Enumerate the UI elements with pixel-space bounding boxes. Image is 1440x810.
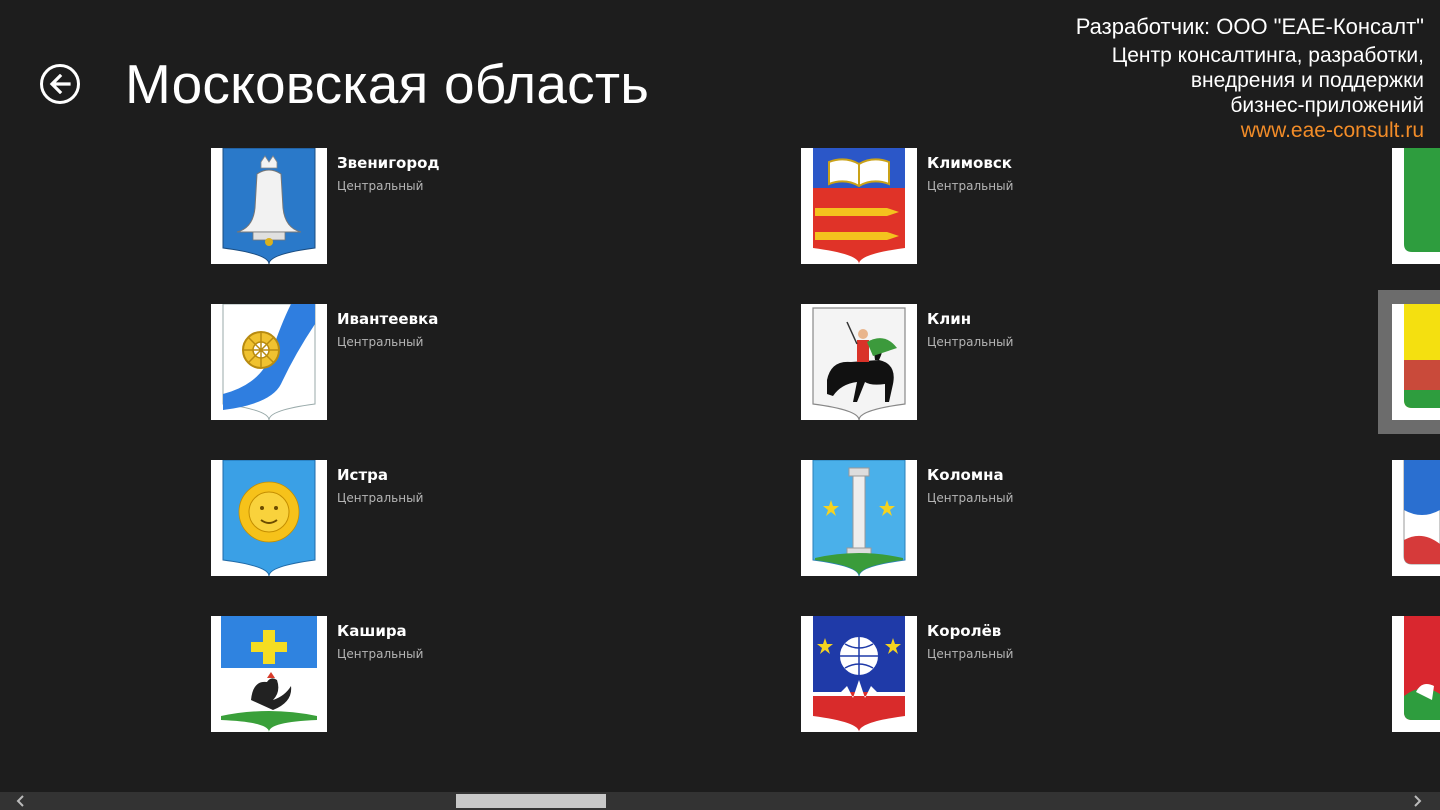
back-button[interactable] xyxy=(40,64,80,104)
chevron-right-icon xyxy=(1414,795,1422,807)
scroll-right-button[interactable] xyxy=(1408,792,1426,810)
city-tile-kolomna[interactable]: Коломна Центральный xyxy=(801,460,1161,578)
developer-name: Разработчик: ООО "ЕАЕ-Консалт" xyxy=(1075,14,1424,39)
city-name: Климовск xyxy=(927,154,1012,172)
city-region: Центральный xyxy=(927,647,1014,661)
city-name: Королёв xyxy=(927,622,1002,640)
city-name: Истра xyxy=(337,466,388,484)
ivanteevka-coat-of-arms-icon xyxy=(222,304,316,420)
city-name: Звенигород xyxy=(337,154,440,172)
kolomna-coat-of-arms-icon xyxy=(812,460,906,576)
korolev-coat-of-arms-icon xyxy=(813,616,905,732)
city-tile-ivanteevka[interactable]: Ивантеевка Центральный xyxy=(211,304,571,422)
partial-coat-of-arms-icon xyxy=(1403,460,1440,565)
kashira-coat-of-arms-icon xyxy=(221,616,317,732)
partial-city-tile[interactable] xyxy=(1392,148,1440,264)
city-name: Ивантеевка xyxy=(337,310,439,328)
istra-coat-of-arms-icon xyxy=(222,460,316,576)
partial-coat-of-arms-icon xyxy=(1404,148,1440,252)
city-region: Центральный xyxy=(927,491,1014,505)
developer-website-link[interactable]: www.eae-consult.ru xyxy=(1076,118,1424,143)
city-tile-korolev[interactable]: Королёв Центральный xyxy=(801,616,1161,734)
partial-city-tile-selected[interactable] xyxy=(1378,290,1440,434)
chevron-left-icon xyxy=(16,795,24,807)
partial-city-tile[interactable] xyxy=(1392,460,1440,576)
partial-coat-of-arms-icon xyxy=(1404,304,1440,408)
back-arrow-icon xyxy=(49,74,71,94)
klimovsk-coat-of-arms-icon xyxy=(813,148,905,264)
city-tile-klin[interactable]: Клин Центральный xyxy=(801,304,1161,422)
page-title: Московская область xyxy=(125,53,650,115)
city-tile-zvenigorod[interactable]: Звенигород Центральный xyxy=(211,148,571,266)
city-tile-istra[interactable]: Истра Центральный xyxy=(211,460,571,578)
city-region: Центральный xyxy=(337,491,424,505)
city-region: Центральный xyxy=(337,647,424,661)
city-name: Коломна xyxy=(927,466,1004,484)
klin-coat-of-arms-icon xyxy=(812,307,906,420)
city-name: Клин xyxy=(927,310,972,328)
developer-desc-1: Центр консалтинга, разработки, xyxy=(1111,44,1424,67)
scrollbar-thumb[interactable] xyxy=(456,794,606,808)
city-tile-kashira[interactable]: Кашира Центральный xyxy=(211,616,571,734)
city-name: Кашира xyxy=(337,622,407,640)
city-region: Центральный xyxy=(337,179,424,193)
city-region: Центральный xyxy=(927,179,1014,193)
city-tile-klimovsk[interactable]: Климовск Центральный xyxy=(801,148,1161,266)
city-region: Центральный xyxy=(927,335,1014,349)
horizontal-scrollbar[interactable] xyxy=(0,792,1440,810)
partial-city-tile[interactable] xyxy=(1392,616,1440,732)
zvenigorod-coat-of-arms-icon xyxy=(222,148,316,264)
developer-desc-3: бизнес-приложений xyxy=(1230,94,1424,117)
developer-desc-2: внедрения и поддержки xyxy=(1190,69,1424,92)
scroll-left-button[interactable] xyxy=(12,792,30,810)
city-region: Центральный xyxy=(337,335,424,349)
partial-coat-of-arms-icon xyxy=(1404,616,1440,720)
developer-info: Разработчик: ООО "ЕАЕ-Консалт" Центр кон… xyxy=(1076,14,1424,143)
